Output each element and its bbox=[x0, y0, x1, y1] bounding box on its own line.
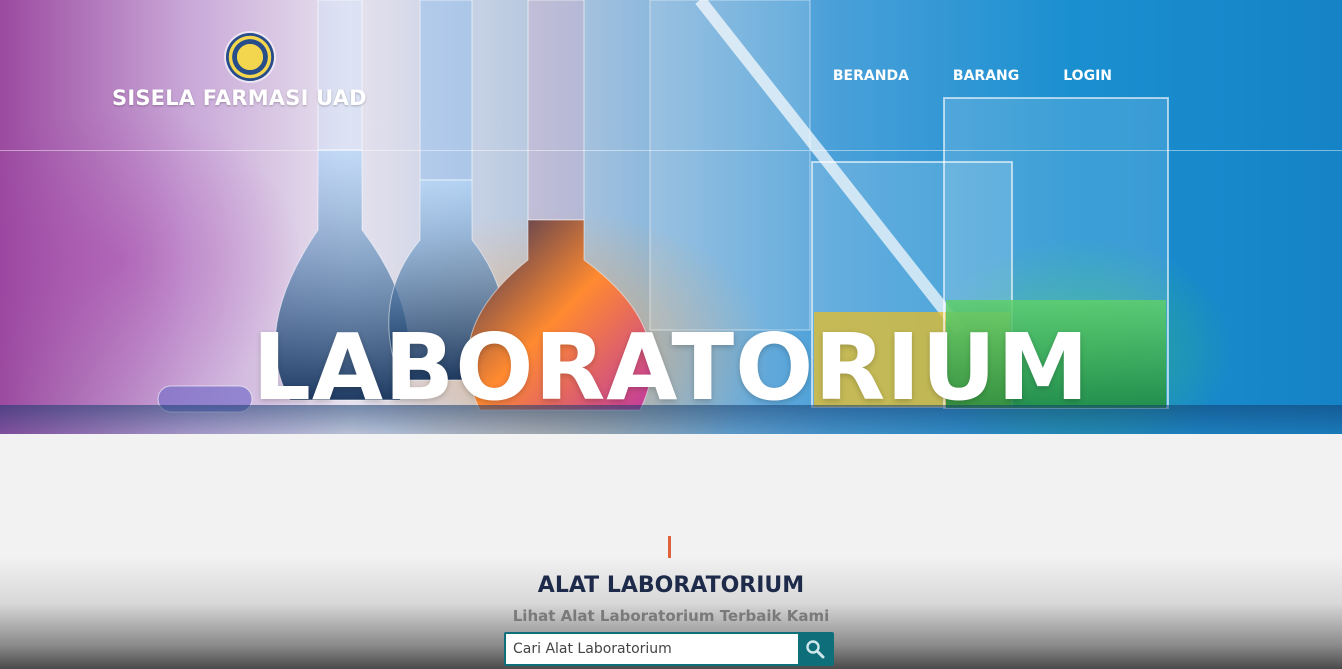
search-icon bbox=[806, 640, 825, 659]
section-title: ALAT LABORATORIUM bbox=[537, 573, 805, 598]
university-seal-logo[interactable] bbox=[226, 33, 274, 81]
main-nav: BERANDA BARANG LOGIN bbox=[833, 68, 1112, 84]
section-subtitle: Lihat Alat Laboratorium Terbaik Kami bbox=[512, 607, 830, 625]
nav-item-beranda[interactable]: BERANDA bbox=[833, 68, 909, 84]
search-bar bbox=[504, 632, 834, 666]
nav-item-login[interactable]: LOGIN bbox=[1063, 68, 1112, 84]
hero-banner: SISELA FARMASI UAD BERANDA BARANG LOGIN … bbox=[0, 0, 1342, 434]
search-button[interactable] bbox=[798, 634, 832, 664]
search-input[interactable] bbox=[506, 634, 798, 664]
nav-item-barang[interactable]: BARANG bbox=[953, 68, 1019, 84]
hero-title: LABORATORIUM bbox=[252, 314, 1090, 421]
header-divider bbox=[0, 150, 1342, 151]
brand-name[interactable]: SISELA FARMASI UAD bbox=[112, 86, 367, 110]
section-accent-bar bbox=[668, 536, 671, 558]
